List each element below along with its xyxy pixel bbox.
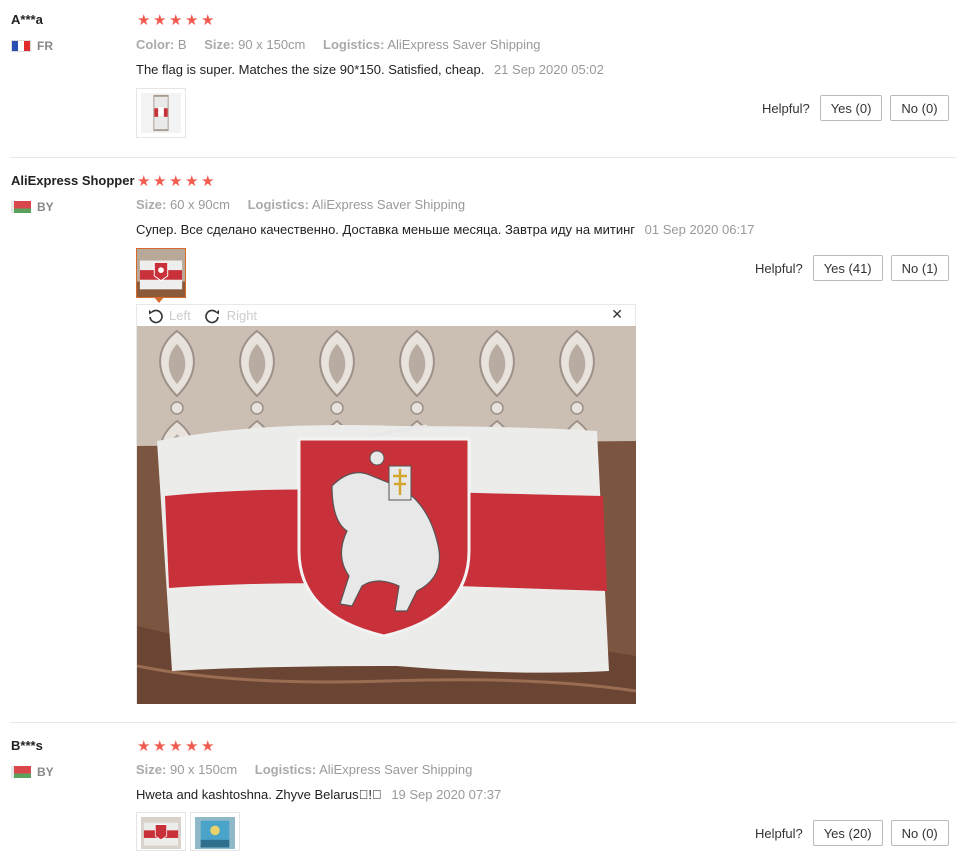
- rotate-right-button[interactable]: Right: [204, 308, 258, 324]
- reviewer-name: A***a: [11, 12, 43, 27]
- country-code: FR: [37, 39, 53, 53]
- review-date: 19 Sep 2020 07:37: [391, 787, 502, 802]
- attr-key: Size:: [204, 37, 235, 52]
- reviewer-name: B***s: [11, 738, 43, 753]
- star-icon: ★: [185, 737, 199, 755]
- star-icon: ★: [169, 11, 183, 29]
- review-body: The flag is super. Matches the size 90*1…: [136, 62, 485, 77]
- rotate-left-icon: [149, 309, 163, 323]
- star-icon: ★: [137, 737, 151, 755]
- star-icon: ★: [169, 737, 183, 755]
- review-text: Супер. Все сделано качественно. Доставка…: [136, 222, 755, 237]
- review-photo-thumbnail[interactable]: [136, 88, 186, 138]
- attr-key: Size:: [136, 197, 167, 212]
- photo-thumbnail-image: [141, 817, 181, 850]
- star-icon: ★: [169, 172, 183, 190]
- review-photo-thumbnail[interactable]: [136, 248, 186, 298]
- review-date: 01 Sep 2020 06:17: [644, 222, 755, 237]
- star-icon: ★: [185, 11, 199, 29]
- helpful-no-button[interactable]: No (0): [890, 95, 949, 121]
- attr-value: B: [177, 37, 187, 52]
- photo-thumbnail-image: [195, 817, 235, 850]
- country-code: BY: [37, 765, 54, 779]
- review-divider: [10, 722, 956, 723]
- photo-thumbnail-image: [137, 249, 185, 297]
- close-icon[interactable]: ✕: [611, 307, 623, 323]
- attr-value: AliExpress Saver Shipping: [319, 762, 473, 777]
- active-thumbnail-caret: [154, 297, 164, 303]
- photo-viewer: Left Right ✕: [136, 304, 636, 704]
- star-icon: ★: [201, 11, 215, 29]
- star-icon: ★: [153, 172, 167, 190]
- photo-viewer-toolbar: Left Right ✕: [137, 305, 635, 326]
- reviewer-name: AliExpress Shopper: [11, 173, 135, 188]
- star-icon: ★: [201, 737, 215, 755]
- photo-thumbnail-image: [141, 93, 181, 133]
- reviewer-country: BY: [11, 765, 54, 779]
- star-rating: ★ ★ ★ ★ ★: [137, 737, 215, 755]
- star-icon: ★: [153, 737, 167, 755]
- star-rating: ★ ★ ★ ★ ★: [137, 11, 215, 29]
- star-icon: ★: [153, 11, 167, 29]
- attr-key: Size:: [136, 762, 167, 777]
- rotate-right-label: Right: [226, 308, 258, 323]
- country-code: BY: [37, 200, 54, 214]
- attr-key: Logistics:: [254, 762, 317, 777]
- order-attributes: Color: B Size: 90 x 150cm Logistics: Ali…: [136, 37, 555, 52]
- review-text: Hweta and kashtoshna. Zhyve Belarus !  1…: [136, 787, 501, 802]
- attr-value: 60 x 90cm: [169, 197, 230, 212]
- rotate-left-label: Left: [169, 308, 191, 323]
- helpful-yes-button[interactable]: Yes (20): [812, 820, 883, 846]
- review-photo-thumbnail[interactable]: [190, 812, 240, 851]
- order-attributes: Size: 90 x 150cm Logistics: AliExpress S…: [136, 762, 486, 777]
- helpful-vote: Helpful? Yes (0) No (0): [762, 95, 949, 121]
- belarus-flag-icon: [11, 766, 31, 778]
- helpful-no-button[interactable]: No (0): [890, 820, 949, 846]
- star-icon: ★: [137, 11, 151, 29]
- helpful-yes-button[interactable]: Yes (0): [819, 95, 883, 121]
- attr-value: AliExpress Saver Shipping: [311, 197, 466, 212]
- attr-value: 90 x 150cm: [238, 37, 306, 52]
- review-date: 21 Sep 2020 05:02: [493, 62, 604, 77]
- helpful-yes-button[interactable]: Yes (41): [812, 255, 883, 281]
- attr-value: 90 x 150cm: [169, 762, 238, 777]
- order-attributes: Size: 60 x 90cm Logistics: AliExpress Sa…: [136, 197, 479, 212]
- star-icon: ★: [185, 172, 199, 190]
- reviewer-country: BY: [11, 200, 54, 214]
- review-photo-thumbnail[interactable]: [136, 812, 186, 851]
- helpful-label: Helpful?: [755, 825, 803, 841]
- review-photo-large: [137, 326, 636, 704]
- belarus-flag-icon: [11, 201, 31, 213]
- attr-key: Logistics:: [323, 37, 385, 52]
- helpful-no-button[interactable]: No (1): [890, 255, 949, 281]
- helpful-label: Helpful?: [762, 100, 810, 116]
- rotate-right-icon: [204, 309, 219, 323]
- attr-key: Color:: [136, 37, 175, 52]
- attr-value: AliExpress Saver Shipping: [387, 37, 541, 52]
- attr-key: Logistics:: [247, 197, 309, 212]
- review-divider: [10, 157, 956, 158]
- star-icon: ★: [137, 172, 151, 190]
- star-icon: ★: [201, 172, 215, 190]
- star-rating: ★ ★ ★ ★ ★: [137, 172, 215, 190]
- rotate-left-button[interactable]: Left: [147, 308, 191, 324]
- helpful-vote: Helpful? Yes (41) No (1): [755, 255, 949, 281]
- reviewer-country: FR: [11, 39, 53, 53]
- helpful-label: Helpful?: [755, 260, 803, 276]
- france-flag-icon: [11, 40, 31, 52]
- review-text: The flag is super. Matches the size 90*1…: [136, 62, 604, 77]
- review-body: Супер. Все сделано качественно. Доставка…: [136, 222, 636, 237]
- review-body: Hweta and kashtoshna. Zhyve Belarus ! : [136, 787, 382, 802]
- helpful-vote: Helpful? Yes (20) No (0): [755, 820, 949, 846]
